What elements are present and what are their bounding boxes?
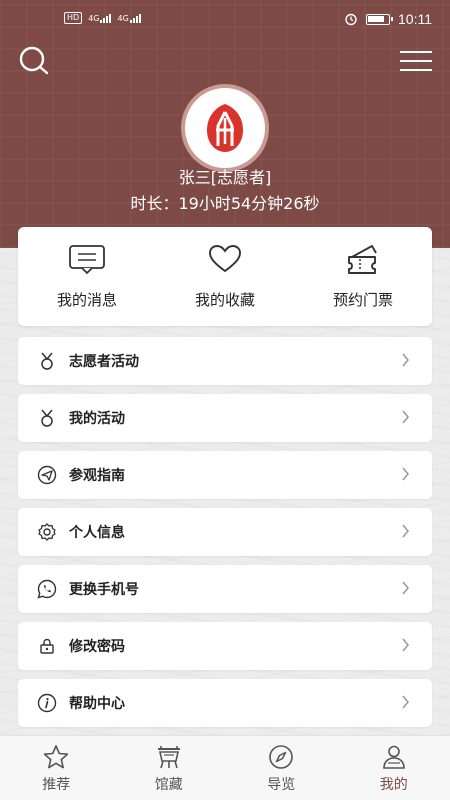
- chevron-right-icon: [402, 695, 409, 709]
- hamburger-menu-icon: [400, 51, 432, 71]
- tab-collection[interactable]: 馆藏: [113, 736, 226, 800]
- signal-icon: 4G: [117, 13, 141, 23]
- battery-icon: [366, 13, 393, 25]
- chevron-right-icon: [402, 467, 409, 481]
- chevron-right-icon: [402, 410, 409, 424]
- medal-icon: [37, 408, 57, 428]
- hd-badge: HD: [64, 12, 83, 24]
- ticket-icon: [348, 245, 377, 274]
- signal-icon: 4G: [88, 13, 112, 23]
- gear-icon: [37, 522, 57, 542]
- menu-item-label: 个人信息: [69, 525, 125, 541]
- my-favorites-button[interactable]: 我的收藏: [156, 227, 294, 326]
- quick-action-label: 我的消息: [56, 291, 117, 309]
- bottom-tab-bar: 推荐 馆藏 导览 我的: [0, 735, 450, 800]
- menu-item-change-phone[interactable]: 更换手机号: [18, 565, 432, 613]
- lock-icon: [37, 636, 57, 656]
- network-type-label: 4G: [88, 13, 100, 23]
- tab-label: 我的: [379, 777, 408, 793]
- menu-item-label: 修改密码: [69, 639, 125, 655]
- message-icon: [69, 245, 105, 275]
- menu-item-label: 志愿者活动: [69, 354, 139, 370]
- tab-guide[interactable]: 导览: [225, 736, 338, 800]
- status-right: 10:11: [344, 11, 432, 27]
- compass-icon: [269, 745, 294, 769]
- alarm-icon: [345, 13, 357, 26]
- quick-actions-card: 我的消息 我的收藏 预约门票: [18, 227, 432, 326]
- network-type-label: 4G: [117, 13, 129, 23]
- chevron-right-icon: [402, 638, 409, 652]
- tab-recommend[interactable]: 推荐: [0, 736, 113, 800]
- my-messages-button[interactable]: 我的消息: [18, 227, 156, 326]
- museum-logo-icon: [207, 104, 243, 152]
- menu-button[interactable]: [396, 46, 436, 76]
- tab-label: 馆藏: [154, 777, 183, 793]
- chevron-right-icon: [402, 353, 409, 367]
- info-icon: [37, 693, 57, 713]
- volunteer-duration: 时长：19小时54分钟26秒: [130, 194, 320, 213]
- menu-item-label: 更换手机号: [69, 582, 139, 598]
- menu-item-visit-guide[interactable]: 参观指南: [18, 451, 432, 499]
- medal-icon: [37, 351, 57, 371]
- menu-item-my-activities[interactable]: 我的活动: [18, 394, 432, 442]
- tab-label: 导览: [267, 777, 296, 793]
- book-ticket-button[interactable]: 预约门票: [294, 227, 432, 326]
- person-icon: [382, 745, 405, 769]
- avatar[interactable]: [181, 84, 269, 172]
- settings-menu-list: 志愿者活动 我的活动 参观指南 个人信息 更换手机号 修改密码 帮助中心: [18, 337, 432, 736]
- menu-item-label: 我的活动: [69, 411, 125, 427]
- search-button[interactable]: [16, 44, 52, 78]
- menu-item-volunteer-activities[interactable]: 志愿者活动: [18, 337, 432, 385]
- menu-item-help-center[interactable]: 帮助中心: [18, 679, 432, 727]
- phone-icon: [37, 579, 57, 599]
- send-icon: [37, 465, 57, 485]
- network-indicators: HD 4G 4G: [64, 12, 141, 24]
- clock: 10:11: [398, 11, 432, 27]
- menu-item-change-password[interactable]: 修改密码: [18, 622, 432, 670]
- star-icon: [43, 745, 69, 769]
- menu-item-label: 参观指南: [69, 468, 125, 484]
- quick-action-label: 预约门票: [332, 291, 393, 309]
- chevron-right-icon: [402, 581, 409, 595]
- chevron-right-icon: [402, 524, 409, 538]
- bronze-vessel-icon: [157, 746, 180, 769]
- status-bar: HD 4G 4G 10:11: [0, 0, 450, 40]
- menu-item-label: 帮助中心: [69, 696, 125, 712]
- menu-item-personal-info[interactable]: 个人信息: [18, 508, 432, 556]
- search-icon: [19, 46, 49, 75]
- tab-label: 推荐: [42, 777, 71, 793]
- quick-action-label: 我的收藏: [194, 291, 255, 309]
- user-name: 张三[志愿者]: [178, 168, 272, 187]
- tab-mine[interactable]: 我的: [338, 736, 450, 800]
- heart-icon: [209, 245, 241, 273]
